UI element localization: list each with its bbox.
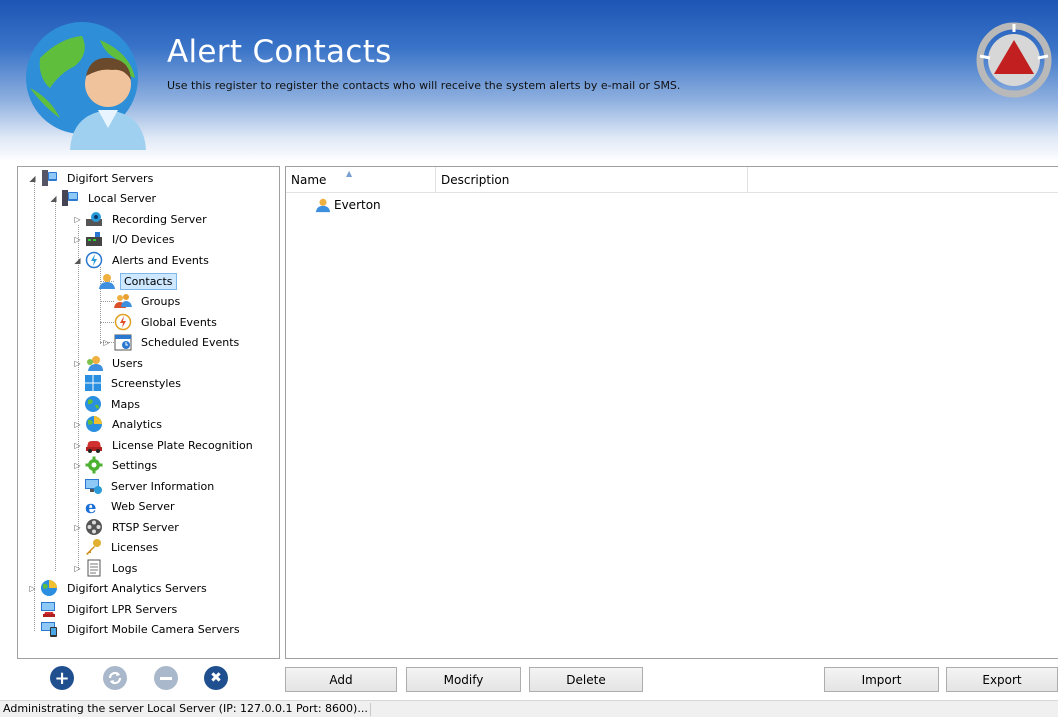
tree-node-maps[interactable]: Maps (84, 394, 145, 414)
expand-icon[interactable]: ▷ (73, 420, 82, 429)
sort-ascending-icon: ▲ (346, 169, 353, 178)
contact-name: Everton (334, 198, 381, 212)
expand-icon[interactable]: ▷ (73, 215, 82, 224)
import-button[interactable]: Import (824, 667, 939, 692)
contact-icon (99, 274, 115, 289)
recording-server-icon (86, 212, 102, 226)
collapse-icon[interactable]: ◢ (49, 194, 58, 203)
global-event-icon (114, 313, 132, 331)
contact-icon (315, 198, 331, 213)
status-text: Administrating the server Local Server (… (3, 702, 368, 715)
tree-node-screenstyles[interactable]: Screenstyles (84, 373, 186, 393)
users-icon (87, 356, 103, 371)
tree-node-contacts[interactable]: Contacts (98, 271, 177, 291)
tree-node-mobile-camera-servers[interactable]: Digifort Mobile Camera Servers (40, 619, 245, 639)
collapse-icon[interactable]: ◢ (73, 256, 82, 265)
tree-node-recording-server[interactable]: ▷ Recording Server (73, 209, 212, 229)
tree-node-global-events[interactable]: Global Events (114, 312, 222, 332)
tree-node-analytics[interactable]: ▷ Analytics (73, 414, 167, 434)
tree-node-io-devices[interactable]: ▷ I/O Devices (73, 229, 179, 249)
expand-icon[interactable]: ▷ (73, 523, 82, 532)
tree-node-lpr[interactable]: ▷ License Plate Recognition (73, 435, 258, 455)
lpr-server-icon (41, 602, 55, 617)
screenstyle-icon (85, 375, 101, 391)
alert-event-icon (85, 251, 103, 269)
gear-icon (85, 456, 103, 474)
status-separator (370, 703, 371, 716)
tree-node-licenses[interactable]: Licenses (84, 537, 163, 557)
server-cluster-icon (42, 170, 57, 186)
analytics-server-icon (41, 580, 57, 596)
browser-icon: e (85, 497, 96, 515)
modify-button[interactable]: Modify (406, 667, 521, 692)
refresh-icon (108, 671, 122, 685)
remove-server-button[interactable] (154, 666, 178, 690)
svg-text:e: e (85, 497, 96, 515)
expand-icon[interactable]: ▷ (102, 338, 111, 347)
globe-icon (85, 396, 101, 412)
car-icon (86, 441, 102, 453)
expand-icon[interactable]: ▷ (73, 235, 82, 244)
tree-node-alerts-and-events[interactable]: ◢ Alerts and Events (73, 250, 214, 270)
tree-node-logs[interactable]: ▷ Logs (73, 558, 142, 578)
list-header: Name ▲ Description (286, 167, 1058, 193)
tree-node-scheduled-events[interactable]: ▷ Scheduled Events (102, 332, 244, 352)
column-header-name[interactable]: Name ▲ (286, 167, 436, 193)
expand-icon[interactable]: ▷ (73, 461, 82, 470)
tree-node-local-server[interactable]: ◢ Local Server (49, 188, 161, 208)
list-item[interactable]: Everton (315, 195, 381, 215)
tree-node-digifort-servers[interactable]: ◢ Digifort Servers (28, 168, 158, 188)
add-icon: + (54, 667, 70, 689)
mobile-server-icon (41, 622, 57, 637)
page-title: Alert Contacts (167, 34, 392, 70)
key-icon (86, 539, 101, 555)
app-logo-icon (976, 22, 1052, 98)
tree-node-lpr-servers[interactable]: Digifort LPR Servers (40, 599, 182, 619)
calendar-icon (114, 334, 132, 351)
io-device-icon (86, 232, 102, 246)
analytics-icon (86, 416, 102, 432)
server-info-icon (85, 479, 102, 494)
tree-node-analytics-servers[interactable]: ▷ Digifort Analytics Servers (28, 578, 212, 598)
expand-icon[interactable]: ▷ (73, 359, 82, 368)
collapse-icon[interactable]: ◢ (28, 174, 37, 183)
close-icon: ✖ (210, 670, 222, 686)
close-button[interactable]: ✖ (204, 666, 228, 690)
page-subtitle: Use this register to register the contac… (167, 79, 681, 92)
contacts-list[interactable]: Name ▲ Description Everton (285, 166, 1058, 659)
group-icon (114, 294, 132, 308)
film-reel-icon (86, 519, 102, 535)
expand-icon[interactable]: ▷ (73, 564, 82, 573)
refresh-button[interactable] (103, 666, 127, 690)
tree-node-web-server[interactable]: e Web Server (84, 496, 180, 516)
page-header: Alert Contacts Use this register to regi… (0, 0, 1058, 162)
expand-icon[interactable]: ▷ (28, 584, 37, 593)
add-button[interactable]: Add (285, 667, 397, 692)
export-button[interactable]: Export (946, 667, 1058, 692)
remove-icon (160, 676, 172, 680)
add-server-button[interactable]: + (50, 666, 74, 690)
log-icon (87, 559, 101, 577)
tree-node-users[interactable]: ▷ Users (73, 353, 148, 373)
expand-icon[interactable]: ▷ (73, 441, 82, 450)
tree-node-rtsp-server[interactable]: ▷ RTSP Server (73, 517, 184, 537)
tree-node-groups[interactable]: Groups (114, 291, 185, 311)
server-tree[interactable]: ◢ Digifort Servers ◢ Local Server ▷ Reco… (17, 166, 280, 659)
delete-button[interactable]: Delete (529, 667, 643, 692)
column-header-description[interactable]: Description (436, 167, 748, 193)
tree-node-server-information[interactable]: Server Information (84, 476, 219, 496)
tree-node-settings[interactable]: ▷ Settings (73, 455, 162, 475)
user-globe-icon (26, 22, 146, 150)
server-icon (62, 190, 78, 206)
status-bar: Administrating the server Local Server (… (0, 700, 1058, 717)
